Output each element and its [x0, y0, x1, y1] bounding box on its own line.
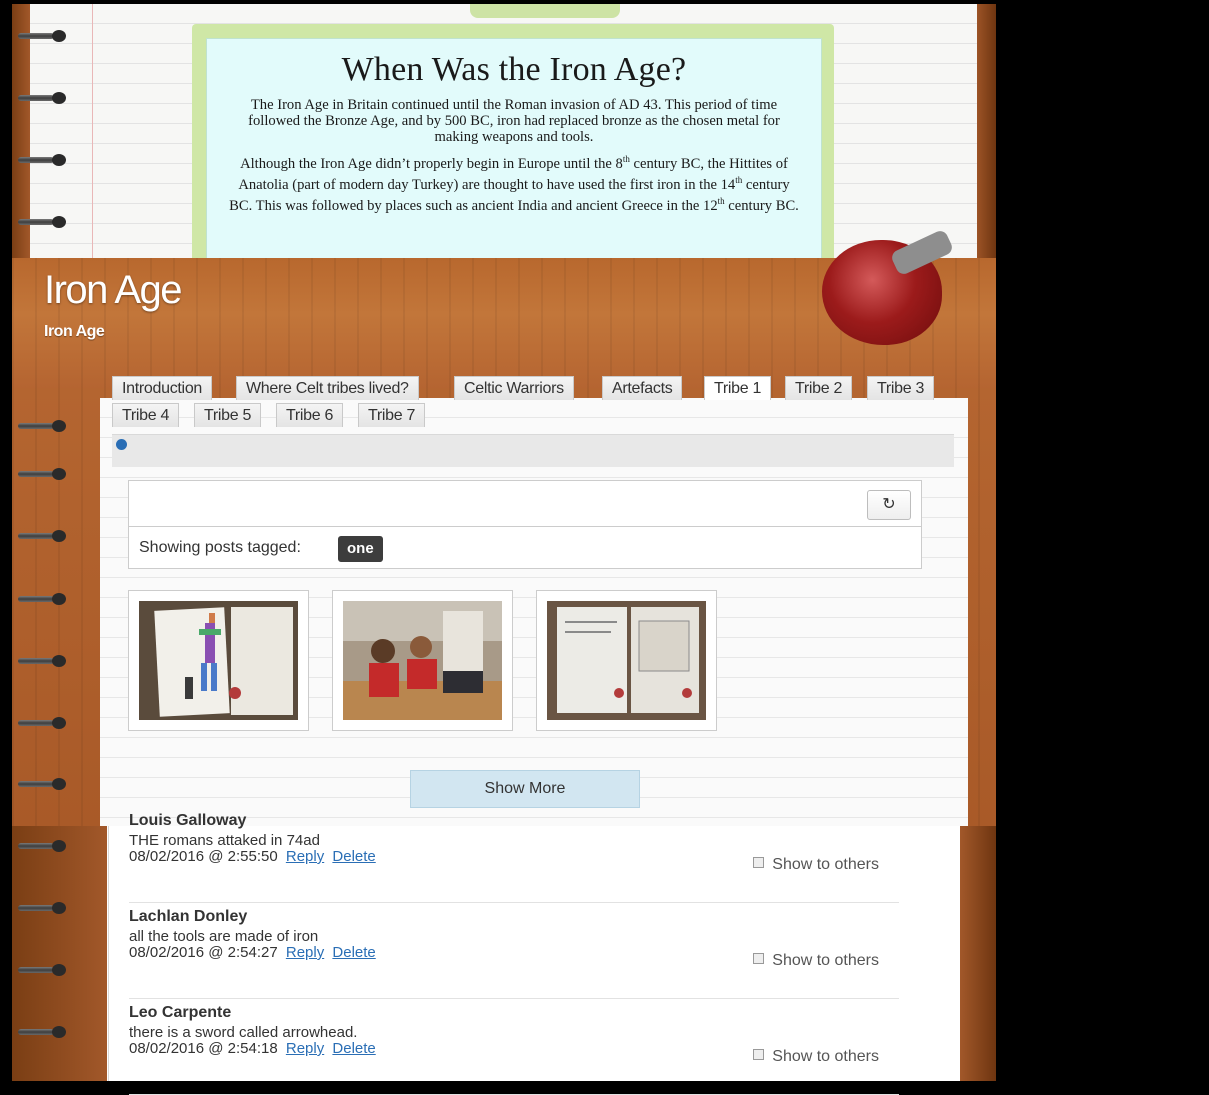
spiral-ring	[18, 92, 70, 106]
reply-link[interactable]: Reply	[286, 1040, 324, 1057]
spiral-ring	[18, 468, 70, 482]
comment-text: THE romans attaked in 74ad	[129, 832, 320, 849]
tab-tribe-2[interactable]: Tribe 2	[785, 376, 853, 400]
poster-decoration	[470, 4, 620, 18]
comment-item: Louis Galloway THE romans attaked in 74a…	[129, 812, 899, 903]
apple-decoration	[822, 228, 955, 345]
comment-author: Lachlan Donley	[129, 908, 248, 925]
refresh-button[interactable]: ↻	[867, 490, 911, 520]
comment-timestamp: 08/02/2016 @ 2:55:50	[129, 848, 278, 865]
notebook-page-top: When Was the Iron Age? The Iron Age in B…	[12, 4, 996, 258]
tab-introduction[interactable]: Introduction	[112, 376, 213, 400]
comment-timestamp: 08/02/2016 @ 2:54:27	[129, 944, 278, 961]
comment-author: Louis Galloway	[129, 812, 247, 829]
comment-author: Leo Carpente	[129, 1004, 232, 1021]
reply-link[interactable]: Reply	[286, 944, 324, 961]
spiral-ring	[18, 593, 70, 607]
page-toolbar	[112, 434, 954, 467]
delete-link[interactable]: Delete	[332, 848, 375, 865]
spiral-ring	[18, 216, 70, 230]
show-to-others-toggle[interactable]: Show to others	[753, 952, 879, 970]
tab-tribe-1[interactable]: Tribe 1	[704, 376, 772, 400]
tag-badge[interactable]: one	[338, 536, 383, 562]
spiral-ring	[18, 530, 70, 544]
spiral-ring	[18, 30, 70, 44]
spiral-ring	[18, 840, 70, 854]
tab-tribe-4[interactable]: Tribe 4	[112, 403, 180, 427]
poster-title: When Was the Iron Age?	[341, 51, 687, 88]
show-to-others-label: Show to others	[772, 1048, 879, 1065]
comment-item: Leo Carpente there is a sword called arr…	[129, 1004, 899, 1095]
spiral-ring	[18, 964, 70, 978]
show-to-others-toggle[interactable]: Show to others	[753, 856, 879, 874]
show-to-others-checkbox[interactable]	[753, 1049, 765, 1060]
post-thumbnail[interactable]	[128, 590, 309, 731]
content-frame: Introduction Where Celt tribes lived? Ce…	[12, 376, 996, 828]
tab-tribe-6[interactable]: Tribe 6	[276, 403, 344, 427]
pin-icon[interactable]	[116, 439, 127, 450]
show-more-button[interactable]: Show More	[410, 770, 640, 808]
show-to-others-label: Show to others	[772, 952, 879, 969]
comment-meta: 08/02/2016 @ 2:55:50 Reply Delete	[129, 848, 376, 865]
delete-link[interactable]: Delete	[332, 1040, 375, 1057]
spiral-ring	[18, 1026, 70, 1040]
tab-celtic-warriors[interactable]: Celtic Warriors	[454, 376, 574, 400]
photo-workbook-map	[547, 601, 706, 720]
margin-line	[92, 4, 93, 258]
poster-frame: When Was the Iron Age? The Iron Age in B…	[192, 4, 834, 258]
spiral-ring	[18, 717, 70, 731]
spiral-ring	[18, 902, 70, 916]
iron-age-poster: When Was the Iron Age? The Iron Age in B…	[206, 38, 822, 258]
tab-tribe-7[interactable]: Tribe 7	[358, 403, 426, 427]
comment-timestamp: 08/02/2016 @ 2:54:18	[129, 1040, 278, 1057]
comments-list: Louis Galloway THE romans attaked in 74a…	[108, 812, 947, 1095]
site-title[interactable]: Iron Age	[44, 268, 183, 313]
delete-link[interactable]: Delete	[332, 944, 375, 961]
spiral-ring	[18, 778, 70, 792]
tag-filter-row: Showing posts tagged: one	[128, 526, 922, 569]
tab-where-celt-tribes-lived[interactable]: Where Celt tribes lived?	[236, 376, 419, 400]
reply-link[interactable]: Reply	[286, 848, 324, 865]
feed-header: ↻	[128, 480, 922, 527]
poster-paragraph-1: The Iron Age in Britain continued until …	[248, 97, 780, 145]
post-thumbnail[interactable]	[332, 590, 513, 731]
tab-tribe-5[interactable]: Tribe 5	[194, 403, 262, 427]
photo-workbook-drawing	[139, 601, 298, 720]
tab-artefacts[interactable]: Artefacts	[602, 376, 683, 400]
show-to-others-checkbox[interactable]	[753, 857, 765, 868]
tab-tribe-3[interactable]: Tribe 3	[867, 376, 935, 400]
comment-text: there is a sword called arrowhead.	[129, 1024, 358, 1041]
poster-paragraph-2: Although the Iron Age didn’t properly be…	[229, 154, 799, 214]
site-tagline: Iron Age	[44, 323, 105, 340]
photo-students-classroom	[343, 601, 502, 720]
spiral-ring	[18, 655, 70, 669]
refresh-icon: ↻	[882, 496, 896, 513]
spiral-ring	[18, 420, 70, 434]
show-to-others-label: Show to others	[772, 856, 879, 873]
comment-item: Lachlan Donley all the tools are made of…	[129, 908, 899, 999]
comment-meta: 08/02/2016 @ 2:54:27 Reply Delete	[129, 944, 376, 961]
show-to-others-toggle[interactable]: Show to others	[753, 1048, 879, 1066]
post-thumbnail[interactable]	[536, 590, 717, 731]
comment-text: all the tools are made of iron	[129, 928, 319, 945]
spiral-ring	[18, 154, 70, 168]
tag-filter-label: Showing posts tagged:	[139, 539, 301, 556]
show-to-others-checkbox[interactable]	[753, 953, 765, 964]
comment-meta: 08/02/2016 @ 2:54:18 Reply Delete	[129, 1040, 376, 1057]
